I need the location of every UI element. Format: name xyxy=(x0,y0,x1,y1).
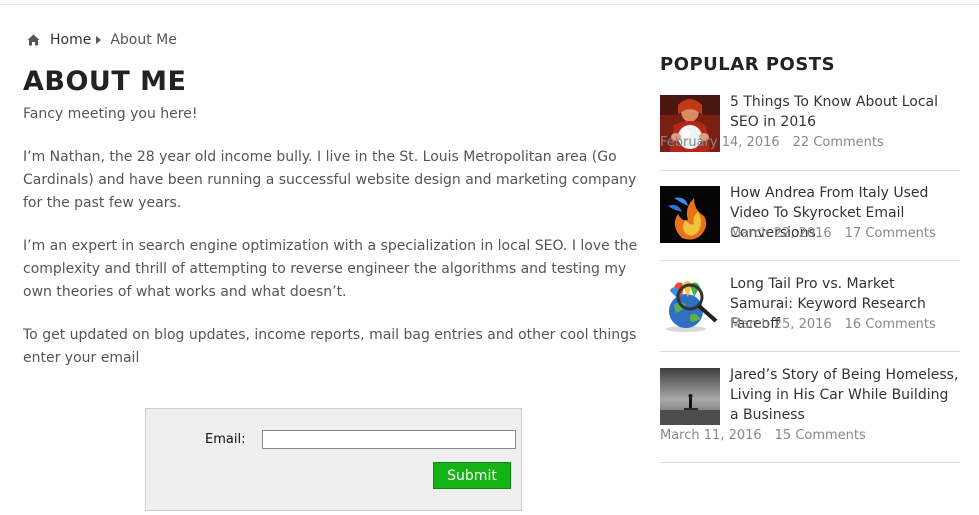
breadcrumb-separator-icon xyxy=(96,36,102,44)
main-content: Home About Me ABOUT ME Fancy meeting you… xyxy=(23,29,643,511)
home-icon[interactable] xyxy=(27,34,40,46)
post-date: February 14, 2016 xyxy=(660,135,780,150)
subscribe-form: Email: Submit xyxy=(145,408,522,511)
post-date: March 11, 2016 xyxy=(660,428,762,443)
globe-magnifier-thumbnail-icon[interactable] xyxy=(660,277,720,334)
lonely-figure-thumbnail-icon[interactable] xyxy=(660,368,720,425)
header-divider xyxy=(0,4,979,5)
submit-button[interactable]: Submit xyxy=(433,462,511,489)
popular-post-item: Long Tail Pro vs. Market Samurai: Keywor… xyxy=(660,260,960,352)
page-body: Fancy meeting you here! I’m Nathan, the … xyxy=(23,103,643,370)
expertise-paragraph: I’m an expert in search engine optimizat… xyxy=(23,238,638,300)
post-meta: March 25, 2016 16 Comments xyxy=(730,317,936,332)
post-date: March 22, 2016 xyxy=(730,226,832,241)
post-title-link[interactable]: 5 Things To Know About Local SEO in 2016 xyxy=(730,92,960,132)
popular-post-item: Jared’s Story of Being Homeless, Living … xyxy=(660,351,960,463)
fire-thumbnail-icon[interactable] xyxy=(660,186,720,243)
post-comments-link[interactable]: 15 Comments xyxy=(775,428,866,443)
post-comments-link[interactable]: 22 Comments xyxy=(793,135,884,150)
breadcrumb-home-link[interactable]: Home xyxy=(50,32,91,48)
intro-paragraph: Fancy meeting you here! xyxy=(23,106,198,122)
post-meta: March 11, 2016 15 Comments xyxy=(660,428,866,443)
popular-posts-sidebar: POPULAR POSTS 5 Things To Know About Loc… xyxy=(660,52,960,463)
post-date: March 25, 2016 xyxy=(730,317,832,332)
post-title-link[interactable]: Jared’s Story of Being Homeless, Living … xyxy=(730,365,960,425)
bio-paragraph: I’m Nathan, the 28 year old income bully… xyxy=(23,149,637,211)
breadcrumb: Home About Me xyxy=(23,29,643,51)
sidebar-heading: POPULAR POSTS xyxy=(660,54,836,75)
popular-post-item: How Andrea From Italy Used Video To Skyr… xyxy=(660,170,960,261)
post-comments-link[interactable]: 17 Comments xyxy=(845,226,936,241)
popular-post-item: 5 Things To Know About Local SEO in 2016… xyxy=(660,92,960,171)
subscribe-prompt-paragraph: To get updated on blog updates, income r… xyxy=(23,327,637,366)
post-meta: February 14, 2016 22 Comments xyxy=(660,135,884,150)
page-title: ABOUT ME xyxy=(23,66,187,97)
breadcrumb-current: About Me xyxy=(110,32,177,48)
email-label: Email: xyxy=(205,432,246,447)
post-meta: March 22, 2016 17 Comments xyxy=(730,226,936,241)
email-field[interactable] xyxy=(262,430,516,449)
post-comments-link[interactable]: 16 Comments xyxy=(845,317,936,332)
